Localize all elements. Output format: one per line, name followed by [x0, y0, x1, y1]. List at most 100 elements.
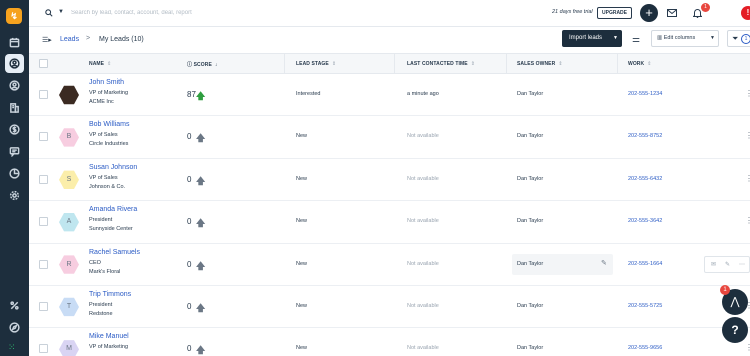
lead-score: 0: [187, 174, 192, 184]
user-icon[interactable]: [5, 76, 24, 95]
lead-avatar[interactable]: [59, 85, 79, 105]
table-row[interactable]: T Trip Timmons President Redstone 0 🡅 Ne…: [29, 285, 750, 329]
reports-icon[interactable]: [5, 164, 24, 183]
row-checkbox[interactable]: [39, 301, 48, 311]
work-phone-link[interactable]: 202-555-9656: [628, 345, 662, 351]
lead-avatar[interactable]: R: [59, 255, 79, 274]
lead-score: 0: [187, 301, 192, 311]
email-icon[interactable]: ✉: [711, 261, 716, 268]
lead-avatar[interactable]: S: [59, 170, 79, 189]
lead-stage[interactable]: New: [296, 261, 307, 267]
column-header-sales-owner[interactable]: SALES OWNER ⇕: [517, 61, 563, 67]
edit-pencil-icon[interactable]: ✎: [601, 259, 607, 267]
lead-name-link[interactable]: Rachel Samuels: [89, 249, 140, 256]
select-all-checkbox[interactable]: [39, 59, 48, 68]
table-row[interactable]: A Amanda Rivera President Sunnyside Cent…: [29, 201, 750, 244]
contacts-icon[interactable]: [5, 54, 24, 73]
table-row[interactable]: R Rachel Samuels CEO Mark's Floral 0 🡅 N…: [29, 243, 750, 286]
row-menu-icon[interactable]: ⋮: [745, 131, 750, 140]
lead-stage[interactable]: New: [296, 218, 307, 224]
column-header-lead-stage[interactable]: LEAD STAGE ⇕: [296, 61, 336, 67]
lead-name-link[interactable]: Susan Johnson: [89, 164, 137, 171]
calendar-icon[interactable]: [5, 33, 24, 52]
lead-score: 0: [187, 217, 192, 227]
score-trend-arrow-icon: 🡅: [196, 91, 206, 101]
lead-name-link[interactable]: John Smith: [89, 79, 124, 86]
lead-name-link[interactable]: Amanda Rivera: [89, 206, 137, 213]
settings-icon[interactable]: [5, 186, 24, 205]
work-phone-link[interactable]: 202-555-3642: [628, 218, 662, 224]
compass-icon[interactable]: [5, 318, 24, 337]
column-header-score[interactable]: ⓘ SCORE ↓: [187, 61, 217, 68]
row-checkbox[interactable]: [39, 344, 48, 354]
more-icon[interactable]: ⋯: [739, 261, 745, 268]
building-icon[interactable]: [5, 98, 24, 117]
sliders-icon[interactable]: ⚌: [632, 34, 640, 45]
percent-icon[interactable]: [5, 296, 24, 315]
edit-icon[interactable]: ✎: [725, 261, 730, 268]
lead-name-link[interactable]: Trip Timmons: [89, 291, 131, 298]
import-caret-icon[interactable]: ▼: [613, 30, 618, 47]
last-contacted-time: a minute ago: [407, 91, 439, 97]
filter-button[interactable]: ⏷ 1: [727, 30, 750, 47]
sales-owner[interactable]: Dan Taylor: [517, 91, 543, 97]
sales-owner[interactable]: Dan Taylor: [517, 133, 543, 139]
row-menu-icon[interactable]: ⋮: [745, 89, 750, 98]
lead-avatar[interactable]: A: [59, 212, 79, 232]
column-header-last-contacted[interactable]: LAST CONTACTED TIME ⇕: [407, 61, 475, 67]
work-phone-link[interactable]: 202-555-1234: [628, 91, 662, 97]
lead-name-link[interactable]: Bob Williams: [89, 121, 129, 128]
quick-add-button[interactable]: +: [640, 4, 658, 22]
apps-grid-icon[interactable]: ⁙: [8, 342, 16, 353]
row-menu-icon[interactable]: ⋮: [745, 343, 750, 352]
sales-owner[interactable]: Dan Taylor: [517, 303, 543, 309]
row-menu-icon[interactable]: ⋮: [745, 174, 750, 183]
work-phone-link[interactable]: 202-555-5725: [628, 303, 662, 309]
lead-stage[interactable]: New: [296, 303, 307, 309]
view-list-toggle-icon[interactable]: ☰▸: [42, 36, 52, 44]
table-row[interactable]: S Susan Johnson VP of Sales Johnson & Co…: [29, 158, 750, 202]
view-title[interactable]: My Leads (10): [99, 36, 144, 43]
search-scope-caret-icon[interactable]: ▼: [58, 9, 64, 15]
import-leads-button[interactable]: Import leads ▼: [562, 30, 622, 47]
search-icon[interactable]: [45, 9, 53, 17]
table-row[interactable]: John Smith VP of Marketing ACME Inc 87 🡅…: [29, 74, 750, 117]
global-search-input[interactable]: [71, 7, 271, 19]
row-menu-icon[interactable]: ⋮: [745, 216, 750, 225]
column-header-work[interactable]: WORK ⇕: [628, 61, 652, 67]
column-header-name[interactable]: NAME ⇕: [89, 61, 111, 67]
row-checkbox[interactable]: [39, 132, 48, 142]
lead-avatar[interactable]: B: [59, 128, 79, 147]
lead-avatar[interactable]: M: [59, 340, 79, 356]
mail-icon[interactable]: [667, 9, 677, 17]
edit-columns-button[interactable]: ▥ Edit columns ▼: [651, 30, 719, 47]
upgrade-button[interactable]: UPGRADE: [597, 7, 633, 19]
lead-name-link[interactable]: Mike Manuel: [89, 333, 129, 340]
sales-owner[interactable]: Dan Taylor: [517, 176, 543, 182]
dollar-icon[interactable]: [5, 120, 24, 139]
lead-stage[interactable]: New: [296, 345, 307, 351]
lead-avatar[interactable]: T: [59, 297, 79, 317]
table-row[interactable]: B Bob Williams VP of Sales Circle Indust…: [29, 116, 750, 159]
table-row[interactable]: M Mike Manuel VP of Marketing 0 🡅 New No…: [29, 328, 750, 356]
sales-owner[interactable]: Dan Taylor: [517, 218, 543, 224]
chat-icon[interactable]: [5, 142, 24, 161]
row-checkbox[interactable]: [39, 259, 48, 269]
lead-stage[interactable]: Interested: [296, 91, 320, 97]
freshsales-logo[interactable]: ↯: [6, 8, 22, 24]
row-checkbox[interactable]: [39, 217, 48, 227]
sales-owner[interactable]: Dan Taylor: [517, 345, 543, 351]
work-phone-link[interactable]: 202-555-1664: [628, 261, 662, 267]
lead-stage[interactable]: New: [296, 176, 307, 182]
help-button[interactable]: ?: [722, 317, 748, 343]
lead-stage[interactable]: New: [296, 133, 307, 139]
alert-button[interactable]: !: [741, 6, 750, 20]
work-phone-link[interactable]: 202-555-6432: [628, 176, 662, 182]
last-contacted-time: Not available: [407, 133, 439, 140]
work-phone-link[interactable]: 202-555-8752: [628, 133, 662, 139]
sales-owner[interactable]: Dan Taylor: [517, 261, 543, 267]
edit-columns-caret-icon[interactable]: ▼: [710, 31, 715, 46]
breadcrumb-leads-link[interactable]: Leads: [60, 36, 79, 43]
row-checkbox[interactable]: [39, 174, 48, 184]
row-checkbox[interactable]: [39, 90, 48, 99]
